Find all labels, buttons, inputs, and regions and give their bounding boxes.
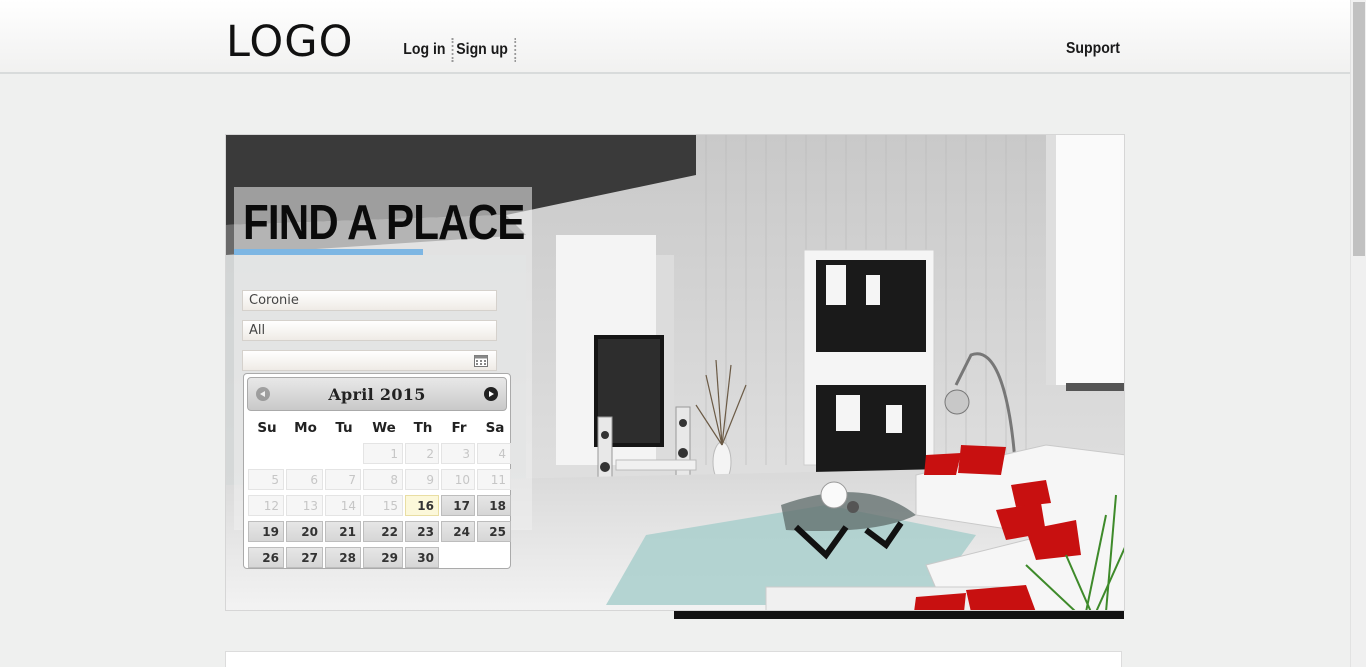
calendar-icon[interactable] bbox=[474, 355, 488, 367]
title-underline bbox=[234, 249, 423, 255]
scrollbar-thumb[interactable] bbox=[1353, 2, 1365, 256]
weekday-header-row: Su Mo Tu We Th Fr Sa bbox=[248, 419, 513, 441]
day-cell[interactable]: 25 bbox=[477, 521, 511, 542]
datepicker-week-row: 5 6 7 8 9 10 11 bbox=[248, 469, 513, 493]
weekday-label: Sa bbox=[485, 420, 505, 436]
day-cell: 8 bbox=[363, 469, 403, 490]
signup-link[interactable]: Sign up bbox=[451, 38, 516, 62]
panel-title: FIND A PLACE bbox=[243, 196, 525, 250]
day-cell-empty bbox=[286, 443, 323, 464]
circle-arrow-right-icon[interactable] bbox=[484, 387, 498, 401]
date-field[interactable] bbox=[242, 350, 497, 371]
day-cell[interactable]: 28 bbox=[325, 547, 361, 568]
day-cell: 14 bbox=[325, 495, 361, 516]
day-cell: 12 bbox=[248, 495, 284, 516]
page-scrollbar[interactable] bbox=[1350, 0, 1366, 667]
datepicker-header: April 2015 bbox=[247, 377, 507, 411]
datepicker-week-row: 1234 bbox=[248, 443, 513, 467]
day-cell-empty bbox=[441, 547, 475, 568]
location-field[interactable]: Coronie bbox=[242, 290, 497, 311]
weekday-label: Fr bbox=[451, 420, 467, 436]
day-cell: 11 bbox=[477, 469, 511, 490]
day-cell-empty bbox=[477, 547, 511, 568]
day-cell: 6 bbox=[286, 469, 323, 490]
login-link[interactable]: Log in bbox=[398, 38, 454, 62]
day-cell[interactable]: 29 bbox=[363, 547, 403, 568]
day-cell: 4 bbox=[477, 443, 511, 464]
day-cell[interactable]: 27 bbox=[286, 547, 323, 568]
datepicker-popup: April 2015 Su Mo Tu We Th Fr Sa 1 2 3 4 5 6 7 8 9 10 11 1… bbox=[243, 373, 511, 569]
property-type-field[interactable]: All bbox=[242, 320, 497, 341]
day-cell[interactable]: 18 bbox=[477, 495, 511, 516]
datepicker-grid: Su Mo Tu We Th Fr Sa 1 2 3 4 5 6 7 8 9 10 11 12 13 14 15 16 17… bbox=[248, 419, 513, 571]
day-cell[interactable]: 20 bbox=[286, 521, 323, 542]
weekday-label: We bbox=[372, 420, 396, 436]
day-cell: 3 bbox=[441, 443, 475, 464]
day-cell: 15 bbox=[363, 495, 403, 516]
day-cell[interactable]: 17 bbox=[441, 495, 475, 516]
content-section bbox=[225, 651, 1122, 667]
day-cell[interactable]: 30 bbox=[405, 547, 439, 568]
weekday-label: Tu bbox=[335, 420, 353, 436]
day-cell[interactable]: 19 bbox=[248, 521, 284, 542]
day-cell: 5 bbox=[248, 469, 284, 490]
support-link[interactable]: Support bbox=[1066, 40, 1120, 58]
datepicker-week-row: 26 27 28 29 30 bbox=[248, 547, 513, 571]
day-cell: 13 bbox=[286, 495, 323, 516]
day-cell-empty bbox=[325, 443, 361, 464]
hero-shadow-bar bbox=[674, 611, 1124, 619]
day-cell: 2 bbox=[405, 443, 439, 464]
day-cell: 1 bbox=[363, 443, 403, 464]
day-cell[interactable]: 21 bbox=[325, 521, 361, 542]
day-cell[interactable]: 22 bbox=[363, 521, 403, 542]
datepicker-week-row: 12 13 14 15 16 17 18 bbox=[248, 495, 513, 519]
site-logo[interactable]: LOGO bbox=[226, 19, 353, 65]
day-cell[interactable]: 26 bbox=[248, 547, 284, 568]
day-cell-empty bbox=[248, 443, 284, 464]
weekday-label: Th bbox=[413, 420, 433, 436]
day-cell: 10 bbox=[441, 469, 475, 490]
day-cell: 7 bbox=[325, 469, 361, 490]
day-cell[interactable]: 16 bbox=[405, 495, 439, 516]
weekday-label: Su bbox=[257, 420, 277, 436]
top-header: LOGO Log in Sign up Support bbox=[0, 0, 1350, 74]
day-cell: 9 bbox=[405, 469, 439, 490]
day-cell[interactable]: 24 bbox=[441, 521, 475, 542]
datepicker-weeks: 1 2 3 4 5 6 7 8 9 10 11 12 13 14 15 16 17 18 19 20 21 22 23 24 2… bbox=[248, 443, 513, 571]
auth-nav: Log in Sign up bbox=[398, 38, 525, 62]
weekday-label: Mo bbox=[294, 420, 317, 436]
datepicker-month-title: April 2015 bbox=[328, 385, 426, 404]
datepicker-week-row: 19 20 21 22 23 24 25 bbox=[248, 521, 513, 545]
day-cell[interactable]: 23 bbox=[405, 521, 439, 542]
